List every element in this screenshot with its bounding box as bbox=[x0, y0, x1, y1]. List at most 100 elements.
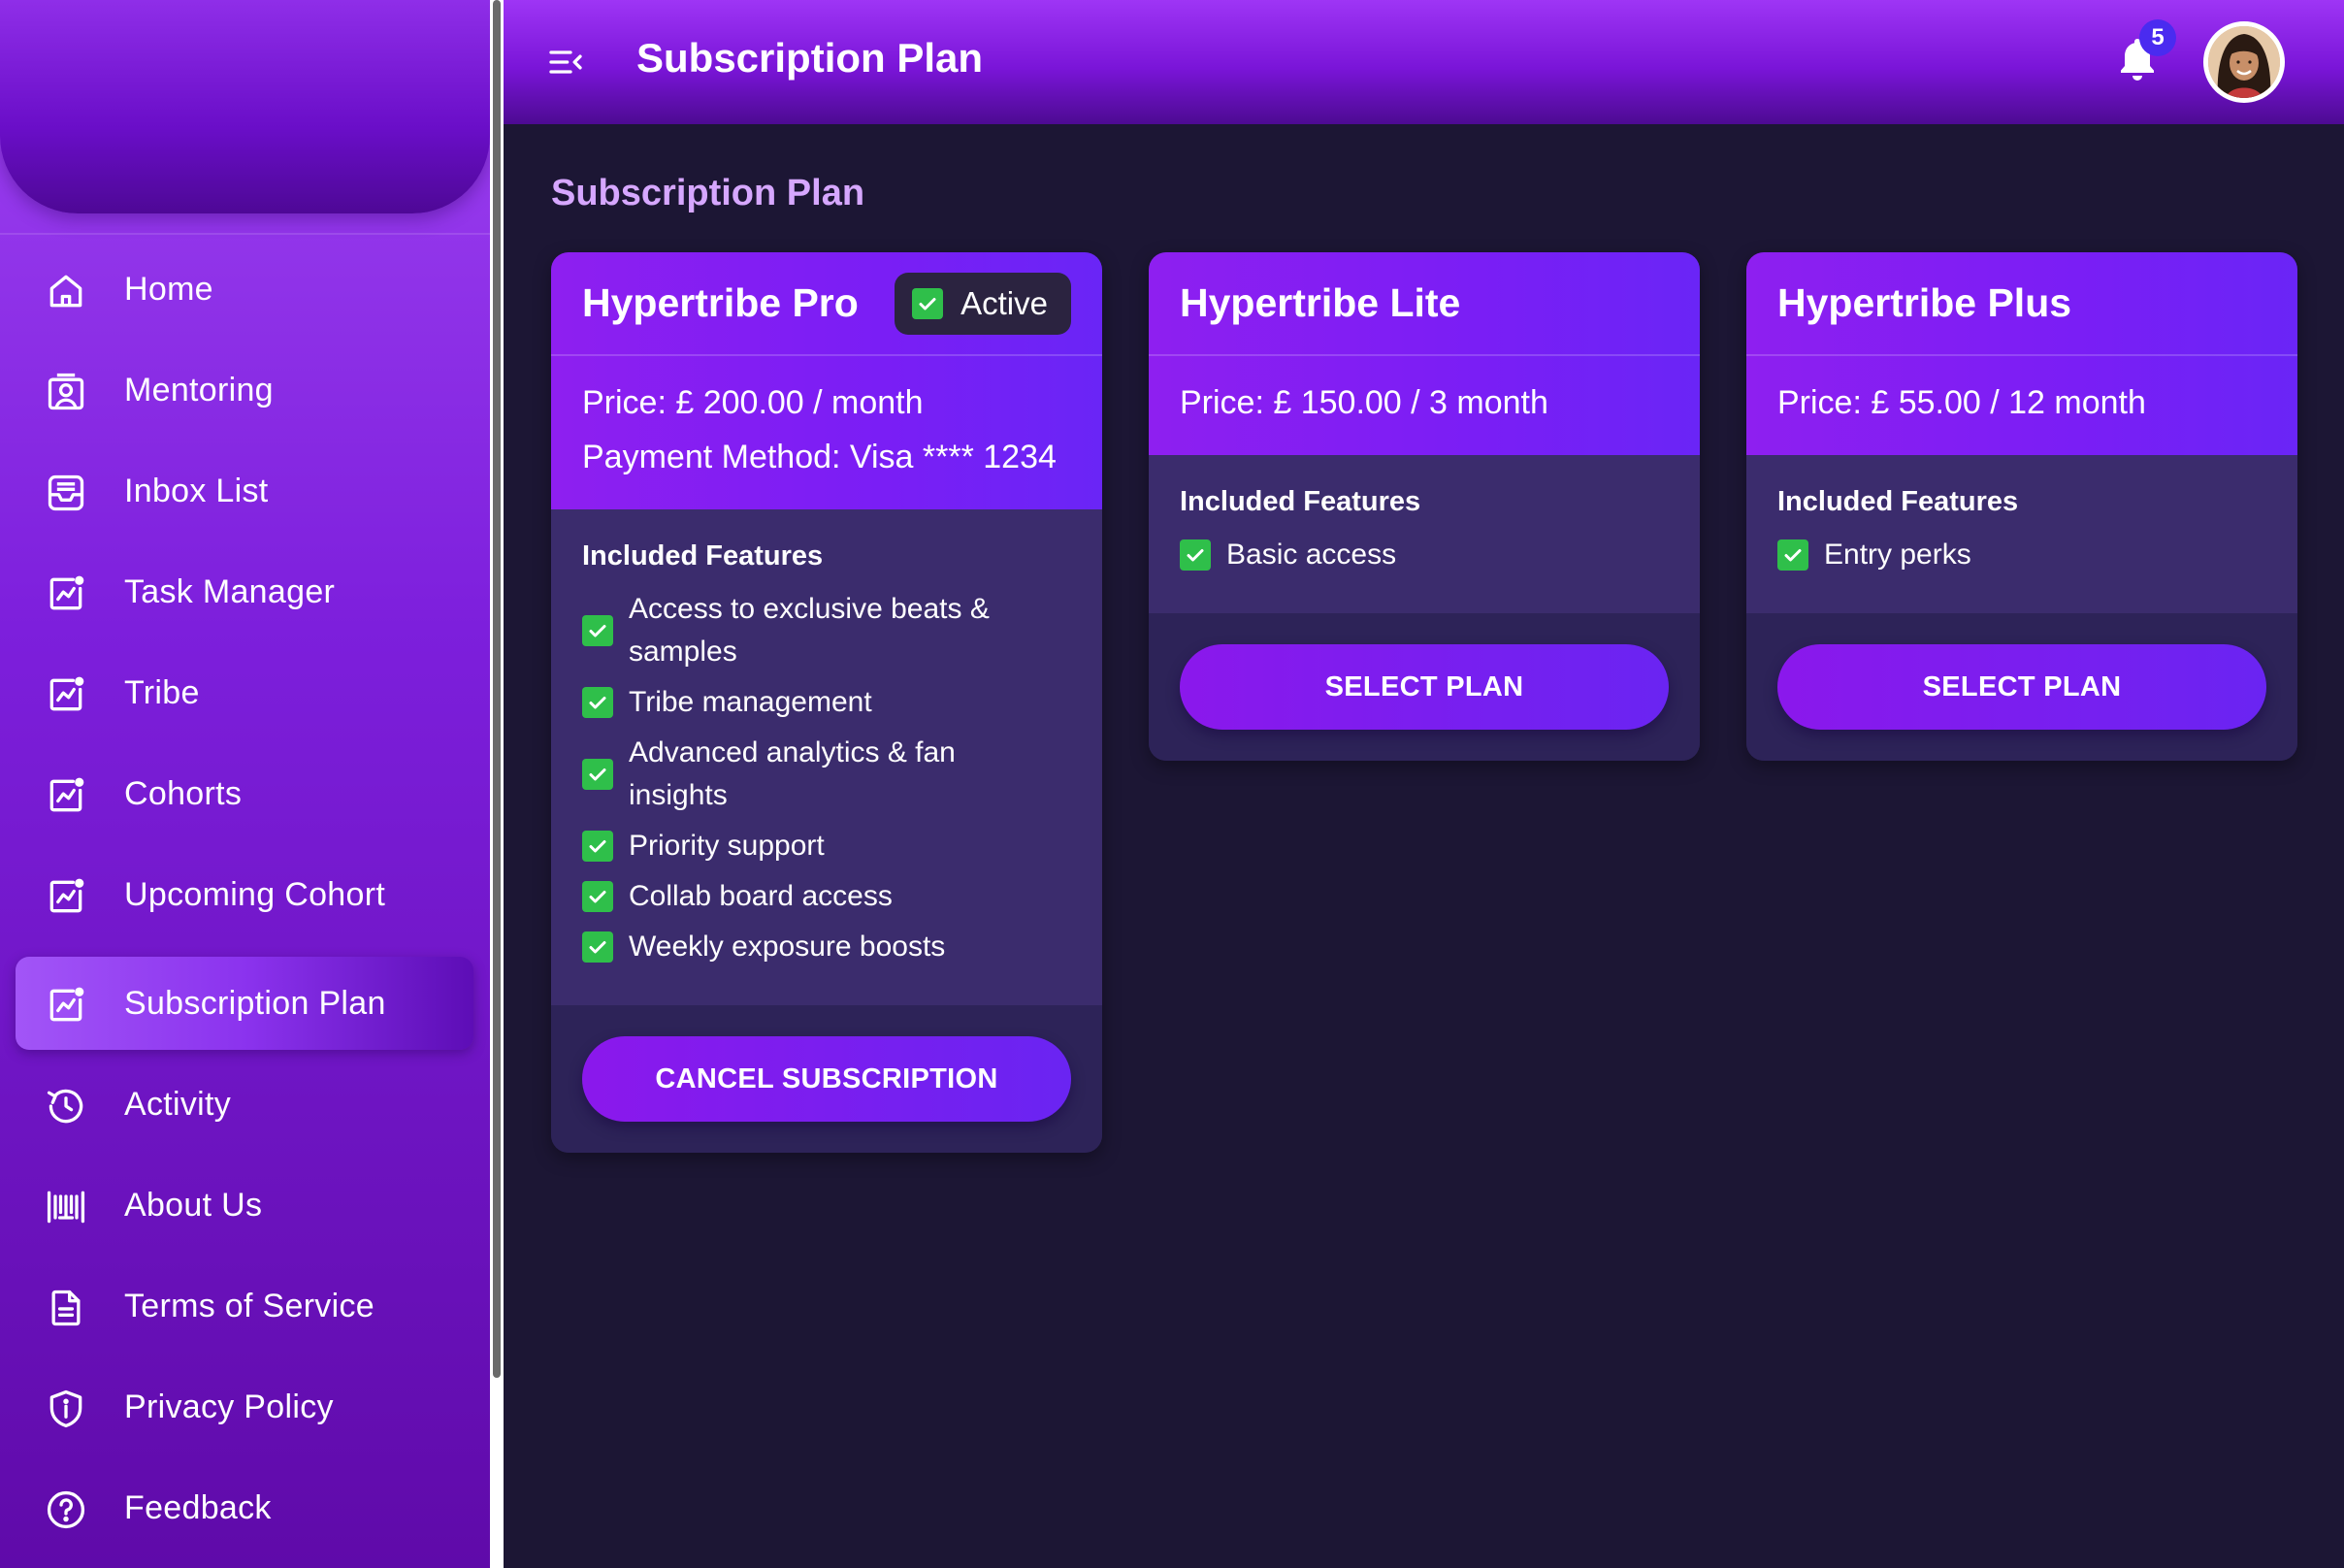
plan-name-row: Hypertribe Plus bbox=[1746, 252, 2297, 356]
checkbox-checked-icon bbox=[1777, 539, 1808, 571]
chart-icon bbox=[45, 572, 87, 615]
sidebar-item-about-us[interactable]: About Us bbox=[16, 1159, 473, 1252]
notification-count-badge: 5 bbox=[2139, 19, 2176, 56]
home-icon bbox=[45, 270, 87, 312]
feature-item: Collab board access bbox=[582, 875, 1071, 918]
sidebar-item-label: Upcoming Cohort bbox=[124, 875, 386, 913]
plan-price: Price: £ 200.00 / month bbox=[582, 384, 924, 421]
sidebar-divider bbox=[0, 233, 490, 235]
sidebar-item-label: Home bbox=[124, 270, 213, 308]
plan-card-header: Hypertribe Lite Price: £ 150.00 / 3 mont… bbox=[1149, 252, 1700, 455]
sidebar-item-privacy-policy[interactable]: Privacy Policy bbox=[16, 1360, 473, 1454]
status-label: Active bbox=[960, 284, 1048, 321]
cancel-subscription-button[interactable]: CANCEL SUBSCRIPTION bbox=[582, 1036, 1071, 1122]
feature-text: Entry perks bbox=[1824, 539, 1971, 571]
sidebar-item-cohorts[interactable]: Cohorts bbox=[16, 747, 473, 840]
select-plan-button[interactable]: SELECT PLAN bbox=[1777, 644, 2266, 730]
help-circle-icon bbox=[45, 1488, 87, 1531]
plan-price: Price: £ 150.00 / 3 month bbox=[1180, 384, 1548, 421]
feature-item: Priority support bbox=[582, 825, 1071, 867]
feature-text-line: insights bbox=[629, 779, 728, 811]
plan-name-row: Hypertribe Lite bbox=[1149, 252, 1700, 356]
sidebar-item-tribe[interactable]: Tribe bbox=[16, 646, 473, 739]
menu-collapse-icon[interactable] bbox=[546, 43, 585, 82]
sidebar-item-feedback[interactable]: Feedback bbox=[16, 1461, 473, 1554]
plan-card-footer: SELECT PLAN bbox=[1149, 613, 1700, 761]
plan-card-footer: SELECT PLAN bbox=[1746, 613, 2297, 761]
plan-name: Hypertribe Pro bbox=[582, 280, 859, 325]
feature-item: Access to exclusive beats & samples bbox=[582, 588, 1071, 673]
included-features: Included Features Entry perks bbox=[1746, 455, 2297, 613]
checkbox-checked-icon bbox=[1180, 539, 1211, 571]
sidebar-item-task-manager[interactable]: Task Manager bbox=[16, 545, 473, 638]
sidebar-item-label: Cohorts bbox=[124, 774, 243, 812]
checkbox-checked-icon bbox=[582, 881, 613, 912]
plan-price-area: Price: £ 200.00 / month Payment Method: … bbox=[551, 356, 1102, 509]
page-title: Subscription Plan bbox=[636, 35, 984, 81]
feature-text: Collab board access bbox=[629, 880, 893, 912]
inbox-icon bbox=[45, 472, 87, 514]
plan-card-hypertribe-plus: Hypertribe Plus Price: £ 55.00 / 12 mont… bbox=[1746, 252, 2297, 761]
plan-card-hypertribe-lite: Hypertribe Lite Price: £ 150.00 / 3 mont… bbox=[1149, 252, 1700, 761]
active-status-badge: Active bbox=[895, 272, 1071, 335]
sidebar-item-inbox-list[interactable]: Inbox List bbox=[16, 444, 473, 538]
chart-icon bbox=[45, 774, 87, 817]
features-title: Included Features bbox=[1180, 486, 1421, 517]
plan-price-area: Price: £ 55.00 / 12 month bbox=[1746, 356, 2297, 455]
feature-item: Advanced analytics & fan insights bbox=[582, 732, 1071, 817]
plan-card-hypertribe-pro: Hypertribe Pro Active Price: £ 200.00 / … bbox=[551, 252, 1102, 1153]
sidebar-item-label: Privacy Policy bbox=[124, 1388, 334, 1425]
sidebar-item-label: Task Manager bbox=[124, 572, 336, 610]
sidebar-item-label: About Us bbox=[124, 1186, 263, 1224]
document-icon bbox=[45, 1287, 87, 1329]
features-title: Included Features bbox=[582, 540, 824, 572]
plan-price: Price: £ 55.00 / 12 month bbox=[1777, 384, 2146, 421]
select-plan-button[interactable]: SELECT PLAN bbox=[1180, 644, 1669, 730]
sidebar: Home Mentoring Inbox List Task Manager T… bbox=[0, 0, 490, 1568]
feature-text-line: samples bbox=[629, 636, 737, 668]
feature-item: Basic access bbox=[1180, 534, 1669, 576]
plan-card-header: Hypertribe Plus Price: £ 55.00 / 12 mont… bbox=[1746, 252, 2297, 455]
sidebar-scrollbar-thumb[interactable] bbox=[493, 0, 501, 1378]
feature-text: Weekly exposure boosts bbox=[629, 931, 946, 963]
history-icon bbox=[45, 1085, 87, 1127]
plan-name: Hypertribe Lite bbox=[1180, 280, 1461, 325]
sidebar-item-label: Feedback bbox=[124, 1488, 272, 1526]
sidebar-item-label: Activity bbox=[124, 1085, 232, 1123]
sidebar-item-activity[interactable]: Activity bbox=[16, 1058, 473, 1151]
user-avatar[interactable] bbox=[2203, 21, 2285, 103]
chart-icon bbox=[45, 673, 87, 716]
sidebar-item-label: Inbox List bbox=[124, 472, 269, 509]
sidebar-item-terms-of-service[interactable]: Terms of Service bbox=[16, 1259, 473, 1353]
feature-text: Priority support bbox=[629, 830, 825, 862]
plan-card-header: Hypertribe Pro Active Price: £ 200.00 / … bbox=[551, 252, 1102, 509]
sidebar-header bbox=[0, 0, 490, 213]
checkbox-checked-icon bbox=[582, 759, 613, 790]
sidebar-item-label: Terms of Service bbox=[124, 1287, 374, 1324]
plan-name: Hypertribe Plus bbox=[1777, 280, 2072, 325]
chart-icon bbox=[45, 875, 87, 918]
sidebar-item-upcoming-cohort[interactable]: Upcoming Cohort bbox=[16, 848, 473, 941]
feature-item: Entry perks bbox=[1777, 534, 2266, 576]
section-title: Subscription Plan bbox=[551, 173, 865, 213]
feature-text: Basic access bbox=[1226, 539, 1397, 571]
plan-price-area: Price: £ 150.00 / 3 month bbox=[1149, 356, 1700, 455]
feature-text: Advanced analytics & fan insights bbox=[629, 732, 956, 817]
payment-method: Payment Method: Visa **** 1234 bbox=[582, 439, 1057, 475]
sidebar-item-label: Subscription Plan bbox=[124, 984, 386, 1022]
feature-text-line: Advanced analytics & fan bbox=[629, 736, 956, 768]
feature-item: Tribe management bbox=[582, 681, 1071, 724]
sidebar-item-subscription-plan[interactable]: Subscription Plan bbox=[16, 957, 473, 1050]
features-title: Included Features bbox=[1777, 486, 2019, 517]
sidebar-item-mentoring[interactable]: Mentoring bbox=[16, 343, 473, 437]
sidebar-item-label: Mentoring bbox=[124, 371, 274, 408]
plan-card-footer: CANCEL SUBSCRIPTION bbox=[551, 1005, 1102, 1153]
included-features: Included Features Access to exclusive be… bbox=[551, 509, 1102, 1005]
sidebar-item-home[interactable]: Home bbox=[16, 243, 473, 336]
mentoring-icon bbox=[45, 371, 87, 413]
feature-text-line: Access to exclusive beats & bbox=[629, 593, 990, 625]
feature-text: Access to exclusive beats & samples bbox=[629, 588, 990, 673]
top-app-bar: Subscription Plan 5 bbox=[504, 0, 2344, 124]
feature-text: Tribe management bbox=[629, 686, 872, 718]
plan-name-row: Hypertribe Pro Active bbox=[551, 252, 1102, 356]
